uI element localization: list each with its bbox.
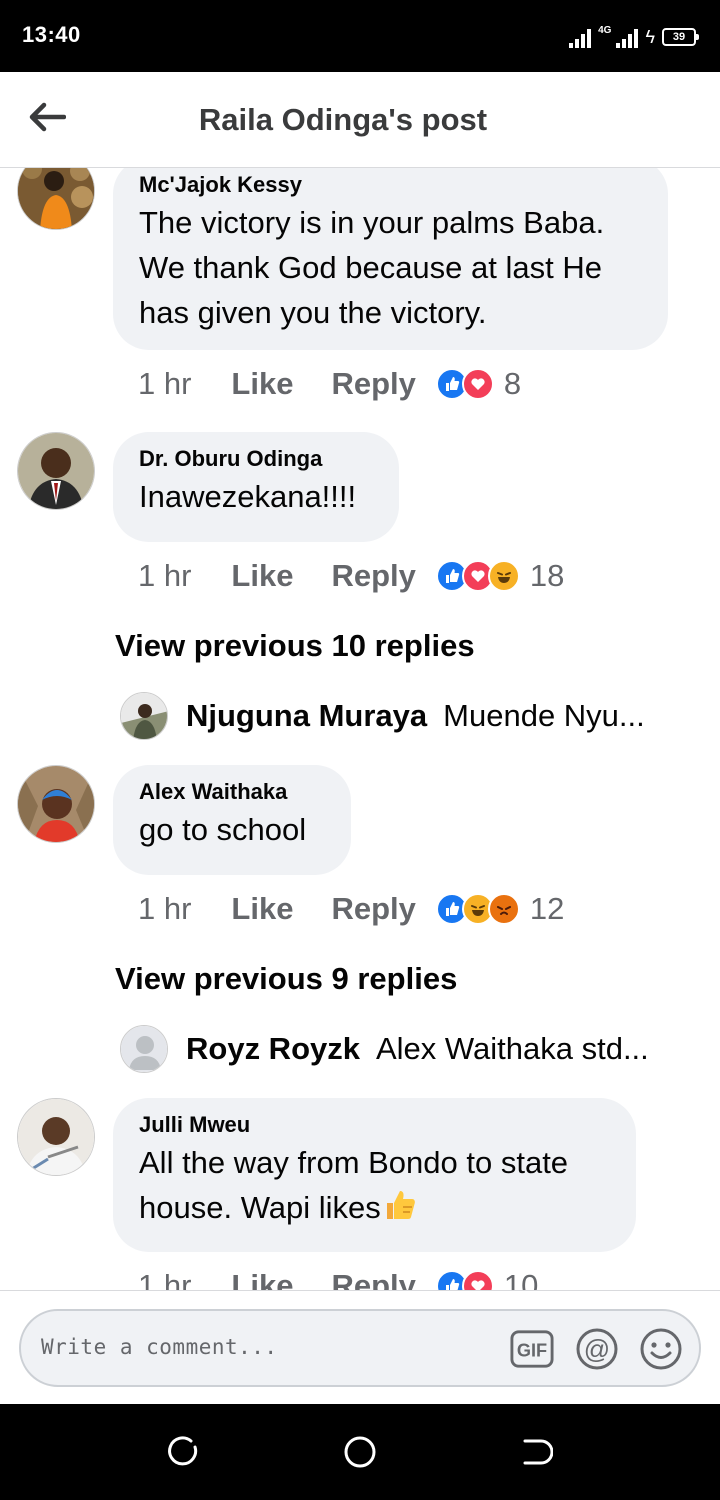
reply-button[interactable]: Reply — [331, 558, 415, 594]
reply-author: Njuguna Muraya — [186, 698, 428, 733]
comment-time[interactable]: 1 hr — [138, 1268, 191, 1290]
reply-button[interactable]: Reply — [331, 1268, 415, 1290]
status-time: 13:40 — [22, 22, 81, 47]
reply-text: Alex Waithaka std... — [375, 1031, 649, 1066]
comment-input-placeholder[interactable]: Write a comment... — [41, 1335, 278, 1359]
haha-reaction-icon — [487, 560, 520, 592]
home-icon — [344, 1436, 376, 1468]
comment-text-line: We thank God because at last He — [139, 250, 602, 285]
view-previous-replies-button[interactable]: View previous 9 replies — [115, 961, 457, 997]
avatar[interactable] — [17, 168, 95, 230]
comment-text-line: go to school — [139, 812, 307, 847]
comment-text: Inawezekana!!!! — [139, 474, 373, 519]
reaction-count[interactable]: 18 — [530, 558, 564, 594]
comment-bubble[interactable]: Dr. Oburu Odinga Inawezekana!!!! — [113, 432, 399, 542]
avatar-image — [18, 766, 94, 842]
avatar — [120, 692, 168, 740]
comment-meta: 1 hr Like Reply 8 — [138, 366, 521, 402]
love-reaction-icon — [461, 368, 494, 400]
charging-icon: ϟ — [645, 27, 655, 47]
svg-text:@: @ — [584, 1334, 610, 1364]
comment-time[interactable]: 1 hr — [138, 891, 191, 927]
reaction-count[interactable]: 8 — [504, 366, 521, 402]
comment-meta: 1 hr Like Reply 10 — [138, 1268, 538, 1290]
like-button[interactable]: Like — [231, 366, 293, 402]
avatar-image — [18, 1099, 94, 1175]
avatar-image — [18, 433, 94, 509]
comment-text-line: Inawezekana!!!! — [139, 479, 357, 514]
comment-bubble[interactable]: Julli Mweu All the way from Bondo to sta… — [113, 1098, 636, 1252]
like-button[interactable]: Like — [231, 558, 293, 594]
gif-icon[interactable]: GIF — [510, 1327, 554, 1371]
system-navigation-bar — [0, 1404, 720, 1500]
thumbs-up-emoji-icon — [383, 1187, 417, 1233]
comment-text-line-2: house. Wapi likes — [139, 1185, 610, 1233]
reactions[interactable] — [435, 368, 494, 400]
comment-author[interactable]: Mc'Jajok Kessy — [139, 172, 642, 198]
avatar-image — [18, 168, 94, 229]
reactions[interactable] — [435, 1270, 494, 1290]
recent-apps-icon — [168, 1436, 198, 1466]
back-nav-button[interactable] — [518, 1434, 554, 1470]
recent-apps-button[interactable] — [166, 1434, 202, 1470]
reactions[interactable] — [435, 560, 520, 592]
reply-author: Royz Royzk — [186, 1031, 360, 1066]
like-button[interactable]: Like — [231, 891, 293, 927]
comment-text: The victory is in your palms Baba. We th… — [139, 200, 642, 335]
comment-input[interactable]: Write a comment... GIF @ — [19, 1309, 701, 1387]
comment-text-line: house. Wapi likes — [139, 1190, 381, 1225]
page-title: Raila Odinga's post — [198, 102, 488, 137]
comment-text-line: All the way from Bondo to state — [139, 1145, 569, 1180]
battery-icon: 39 — [662, 28, 699, 46]
comment-text-line: has given you the victory. — [139, 295, 487, 330]
network-label: 4G — [598, 25, 612, 36]
comment-text-line: The victory is in your palms Baba. — [139, 205, 605, 240]
gif-label: GIF — [517, 1341, 547, 1361]
reply-preview[interactable]: Njuguna Muraya Muende Nyu... — [120, 692, 645, 740]
comment-author[interactable]: Dr. Oburu Odinga — [139, 446, 373, 472]
avatar[interactable] — [17, 765, 95, 843]
comment-text: All the way from Bondo to state house. W… — [139, 1140, 610, 1233]
comment-meta: 1 hr Like Reply 18 — [138, 558, 564, 594]
home-button[interactable] — [342, 1434, 378, 1470]
signal-icon-2 — [616, 26, 639, 48]
comment-bubble[interactable]: Alex Waithaka go to school — [113, 765, 351, 875]
reply-button[interactable]: Reply — [331, 366, 415, 402]
avatar-image — [121, 693, 167, 739]
battery-level: 39 — [672, 31, 686, 43]
comment-composer-bar: Write a comment... GIF @ — [0, 1290, 720, 1404]
comment-meta: 1 hr Like Reply 12 — [138, 891, 564, 927]
avatar[interactable] — [17, 432, 95, 510]
reply-text: Muende Nyu... — [443, 698, 645, 733]
comment-time[interactable]: 1 hr — [138, 366, 191, 402]
avatar[interactable] — [17, 1098, 95, 1176]
comment-author[interactable]: Julli Mweu — [139, 1112, 610, 1138]
mention-icon[interactable]: @ — [575, 1327, 619, 1371]
view-previous-replies-button[interactable]: View previous 10 replies — [115, 628, 475, 664]
reply-preview[interactable]: Royz Royzk Alex Waithaka std... — [120, 1025, 649, 1073]
comment-author[interactable]: Alex Waithaka — [139, 779, 325, 805]
comment-time[interactable]: 1 hr — [138, 558, 191, 594]
reply-button[interactable]: Reply — [331, 891, 415, 927]
back-nav-icon — [523, 1439, 553, 1465]
angry-reaction-icon — [487, 893, 520, 925]
post-header: Raila Odinga's post — [0, 72, 720, 168]
emoji-icon[interactable] — [639, 1327, 683, 1371]
reactions[interactable] — [435, 893, 520, 925]
love-reaction-icon — [461, 1270, 494, 1290]
reaction-count[interactable]: 12 — [530, 891, 564, 927]
reaction-count[interactable]: 10 — [504, 1268, 538, 1290]
comment-bubble[interactable]: Mc'Jajok Kessy The victory is in your pa… — [113, 168, 668, 350]
like-button[interactable]: Like — [231, 1268, 293, 1290]
status-icons: 4G ϟ 39 — [569, 20, 699, 48]
default-avatar-icon — [120, 1025, 168, 1073]
status-bar: 13:40 4G ϟ 39 — [0, 0, 720, 72]
comments-list: Mc'Jajok Kessy The victory is in your pa… — [0, 168, 720, 1290]
signal-icon — [569, 26, 592, 48]
comment-text: go to school — [139, 807, 325, 852]
